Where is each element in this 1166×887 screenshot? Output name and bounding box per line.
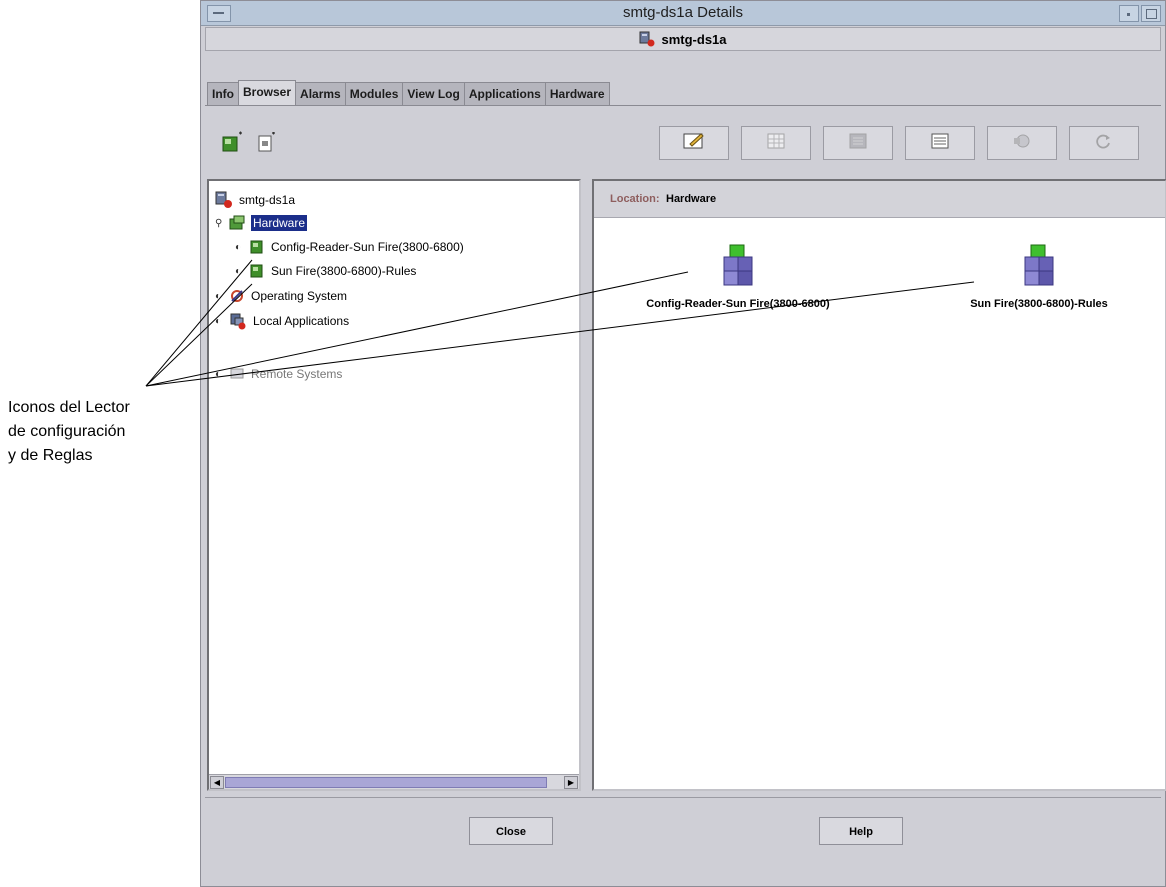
close-button[interactable]: Close — [469, 817, 553, 845]
tab-modules[interactable]: Modules — [344, 82, 404, 105]
expand-handle-icon[interactable]: ◐ — [235, 266, 247, 277]
host-name: smtg-ds1a — [661, 32, 727, 47]
scrollbar-thumb[interactable] — [225, 777, 547, 788]
table-button[interactable] — [741, 126, 811, 160]
operating-system-icon — [229, 288, 245, 304]
tree-item-rules[interactable]: ◐ Sun Fire(3800-6800)-Rules — [235, 260, 418, 282]
tree-panel[interactable]: smtg-ds1a ⚲ Hardware ◐ Config-Reader-Sun… — [207, 179, 581, 791]
content-panel: Location: Hardware Config-Reader-Sun Fir… — [592, 179, 1166, 791]
module-icon — [249, 263, 265, 279]
location-label: Location: — [610, 193, 660, 205]
expand-handle-icon[interactable]: ◐ — [235, 242, 247, 253]
host-header: smtg-ds1a — [205, 27, 1161, 51]
create-module-icon[interactable] — [220, 131, 246, 158]
location-bar: Location: Hardware — [594, 181, 1165, 218]
horizontal-scrollbar[interactable]: ◀ ▶ — [209, 774, 579, 789]
callout-text: Iconos del Lector de configuración y de … — [8, 399, 130, 464]
tab-browser[interactable]: Browser — [238, 80, 297, 105]
window-title: smtg-ds1a Details — [622, 4, 744, 21]
expand-handle-icon[interactable]: ◐ — [215, 291, 227, 302]
tree-item-local-applications[interactable]: ◐ Local Applications — [215, 310, 351, 332]
properties-button[interactable] — [659, 126, 729, 160]
tab-alarms[interactable]: Alarms — [295, 82, 346, 105]
details-view-icon — [930, 132, 950, 155]
edit-note-icon — [682, 131, 706, 156]
object-label: Config-Reader-Sun Fire(3800-6800) — [646, 298, 830, 310]
refresh-icon — [1094, 132, 1114, 155]
grid-table-icon — [766, 132, 786, 155]
module-cube-icon — [608, 243, 868, 290]
new-document-icon[interactable] — [255, 131, 277, 159]
tools-button[interactable] — [987, 126, 1057, 160]
object-rules[interactable]: Sun Fire(3800-6800)-Rules — [914, 243, 1164, 310]
tab-info[interactable]: Info — [207, 82, 239, 105]
host-icon — [639, 31, 655, 50]
tree-item-operating-system[interactable]: ◐ Operating System — [215, 285, 349, 307]
tab-applications[interactable]: Applications — [463, 82, 546, 105]
expand-handle-icon[interactable]: ◐ — [215, 369, 227, 380]
tab-divider — [205, 105, 1161, 106]
module-icon — [249, 239, 265, 255]
refresh-button[interactable] — [1069, 126, 1139, 160]
object-label: Sun Fire(3800-6800)-Rules — [970, 298, 1108, 310]
minimize-button[interactable] — [1119, 5, 1139, 22]
help-button[interactable]: Help — [819, 817, 903, 845]
object-config-reader[interactable]: Config-Reader-Sun Fire(3800-6800) — [608, 243, 868, 310]
tree-item-hardware[interactable]: ⚲ Hardware — [215, 212, 308, 234]
details-button[interactable] — [905, 126, 975, 160]
list-view-icon — [848, 132, 868, 155]
scroll-left-icon[interactable]: ◀ — [210, 776, 224, 789]
location-value: Hardware — [666, 193, 717, 205]
expand-handle-icon[interactable]: ◐ — [215, 316, 227, 327]
hardware-icon — [229, 215, 247, 231]
applications-icon — [229, 312, 247, 330]
remote-systems-icon — [229, 366, 245, 382]
details-window: smtg-ds1a Details smtg-ds1a Info Browser… — [200, 0, 1166, 887]
tools-icon — [1011, 131, 1033, 156]
tree-item-config-reader[interactable]: ◐ Config-Reader-Sun Fire(3800-6800) — [235, 236, 466, 258]
collapse-handle-icon[interactable]: ⚲ — [215, 218, 227, 229]
maximize-button[interactable] — [1141, 5, 1161, 22]
bottom-divider — [205, 797, 1161, 798]
host-icon — [215, 191, 233, 209]
title-bar[interactable]: smtg-ds1a Details — [201, 1, 1165, 26]
tab-view-log[interactable]: View Log — [402, 82, 465, 105]
list-button[interactable] — [823, 126, 893, 160]
tree-item-remote-systems[interactable]: ◐ Remote Systems — [215, 363, 344, 385]
tree-item-root[interactable]: smtg-ds1a — [215, 189, 297, 211]
tab-bar: Info Browser Alarms Modules View Log App… — [207, 80, 610, 106]
tab-hardware[interactable]: Hardware — [544, 82, 610, 105]
scroll-right-icon[interactable]: ▶ — [564, 776, 578, 789]
module-cube-icon — [914, 243, 1164, 290]
